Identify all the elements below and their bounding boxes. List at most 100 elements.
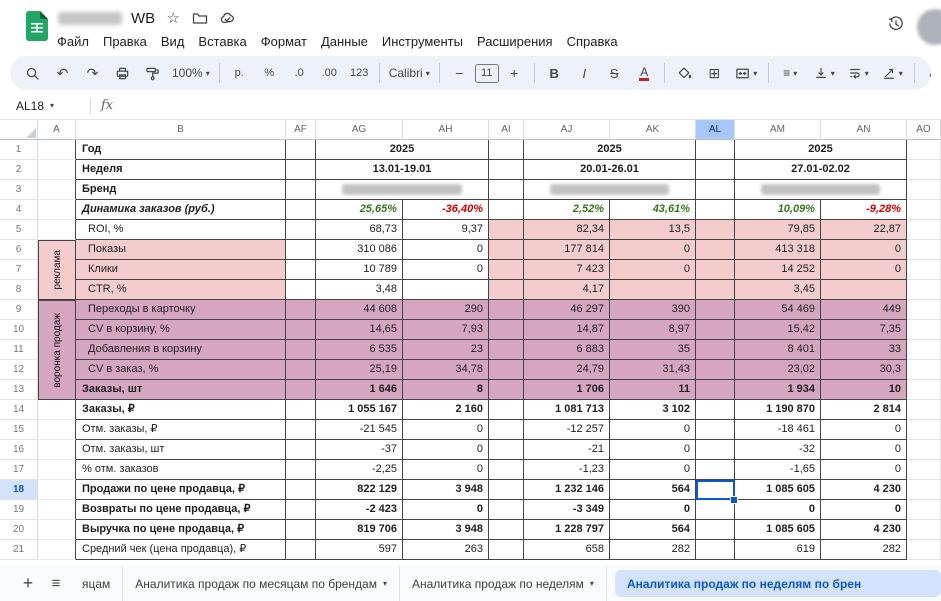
cell-AO4[interactable]	[907, 200, 941, 220]
cell-AL3[interactable]	[696, 180, 735, 200]
cell-AI10[interactable]	[489, 320, 524, 340]
cell-AH16[interactable]: 0	[403, 440, 489, 460]
cell-AN15[interactable]: 0	[821, 420, 907, 440]
cell-group1-row2[interactable]: 13.01-19.01	[316, 160, 489, 180]
row-header-7[interactable]: 7	[0, 260, 38, 280]
row-header-1[interactable]: 1	[0, 140, 38, 160]
cell-AI7[interactable]	[489, 260, 524, 280]
cell-AH4[interactable]: -36,40%	[403, 200, 489, 220]
cell-B19[interactable]: Возвраты по цене продавца, ₽	[76, 500, 286, 520]
strikethrough-button[interactable]: S	[600, 61, 629, 86]
cell-AH10[interactable]: 7,93	[403, 320, 489, 340]
menu-item-5[interactable]: Формат	[254, 31, 314, 52]
cell-AI18[interactable]	[489, 480, 524, 500]
cell-AI13[interactable]	[489, 380, 524, 400]
more-formats-button[interactable]: 123	[345, 61, 374, 86]
cell-group1-row3[interactable]	[316, 180, 489, 200]
cell-AO14[interactable]	[907, 400, 941, 420]
cell-B14[interactable]: Заказы, ₽	[76, 400, 286, 420]
cell-AF17[interactable]	[286, 460, 316, 480]
horizontal-align-button[interactable]: ≡ ▾	[774, 61, 807, 86]
cell-AN7[interactable]: 0	[821, 260, 907, 280]
cell-AN12[interactable]: 30,3	[821, 360, 907, 380]
cell-AG14[interactable]: 1 055 167	[316, 400, 403, 420]
cell-AI19[interactable]	[489, 500, 524, 520]
menu-item-7[interactable]: Инструменты	[375, 31, 470, 52]
cell-A19[interactable]	[38, 500, 76, 520]
cell-AO21[interactable]	[907, 540, 941, 560]
menu-item-9[interactable]: Справка	[560, 31, 625, 52]
cell-AK15[interactable]: 0	[610, 420, 696, 440]
cell-A15[interactable]	[38, 420, 76, 440]
cell-AK19[interactable]: 0	[610, 500, 696, 520]
cell-AH12[interactable]: 34,78	[403, 360, 489, 380]
cell-AI1[interactable]	[489, 140, 524, 160]
cloud-status-icon[interactable]	[218, 9, 236, 27]
insert-link-button[interactable]	[920, 61, 931, 86]
row-header-8[interactable]: 8	[0, 280, 38, 300]
cell-AM15[interactable]: -18 461	[735, 420, 821, 440]
cell-AF10[interactable]	[286, 320, 316, 340]
cell-AO8[interactable]	[907, 280, 941, 300]
cell-AL6[interactable]	[696, 240, 735, 260]
cell-AO18[interactable]	[907, 480, 941, 500]
cell-AO3[interactable]	[907, 180, 941, 200]
cell-B15[interactable]: Отм. заказы, ₽	[76, 420, 286, 440]
cell-AG20[interactable]: 819 706	[316, 520, 403, 540]
sheet-tab-1[interactable]: яцам	[70, 566, 123, 601]
redo-button[interactable]: ↷	[78, 61, 107, 86]
sheet-tab-4[interactable]: Аналитика продаж по неделям по брен	[615, 570, 941, 597]
cell-AI17[interactable]	[489, 460, 524, 480]
cell-AN8[interactable]	[821, 280, 907, 300]
cell-AG21[interactable]: 597	[316, 540, 403, 560]
cell-AG6[interactable]: 310 086	[316, 240, 403, 260]
cell-A16[interactable]	[38, 440, 76, 460]
cell-AH15[interactable]: 0	[403, 420, 489, 440]
fill-handle[interactable]	[730, 496, 738, 504]
cell-AN6[interactable]: 0	[821, 240, 907, 260]
cell-AM20[interactable]: 1 085 605	[735, 520, 821, 540]
cell-AI9[interactable]	[489, 300, 524, 320]
cell-AH6[interactable]: 0	[403, 240, 489, 260]
cell-A20[interactable]	[38, 520, 76, 540]
row-header-9[interactable]: 9	[0, 300, 38, 320]
zoom-select[interactable]: 100% ▾	[168, 61, 214, 86]
row-header-4[interactable]: 4	[0, 200, 38, 220]
cell-AH8[interactable]	[403, 280, 489, 300]
cell-AK16[interactable]: 0	[610, 440, 696, 460]
cell-AO1[interactable]	[907, 140, 941, 160]
increase-font-size-button[interactable]: +	[500, 61, 529, 86]
cell-group3-row2[interactable]: 27.01-02.02	[735, 160, 907, 180]
sheet-tab-3[interactable]: Аналитика продаж по неделям▾	[400, 566, 607, 601]
cell-A18[interactable]	[38, 480, 76, 500]
row-header-6[interactable]: 6	[0, 240, 38, 260]
column-header-AL[interactable]: AL	[696, 120, 735, 140]
cell-B6[interactable]: Показы	[76, 240, 286, 260]
cell-AM17[interactable]: -1,65	[735, 460, 821, 480]
cell-AM5[interactable]: 79,85	[735, 220, 821, 240]
cell-AM18[interactable]: 1 085 605	[735, 480, 821, 500]
cell-group3-row1[interactable]: 2025	[735, 140, 907, 160]
menu-item-3[interactable]: Вид	[154, 31, 192, 52]
row-header-12[interactable]: 12	[0, 360, 38, 380]
cell-AM19[interactable]: 0	[735, 500, 821, 520]
column-header-AG[interactable]: AG	[316, 120, 403, 140]
cell-AL8[interactable]	[696, 280, 735, 300]
text-wrap-button[interactable]: ▾	[842, 61, 875, 86]
cell-B9[interactable]: Переходы в карточку	[76, 300, 286, 320]
cell-AH18[interactable]: 3 948	[403, 480, 489, 500]
cell-AK5[interactable]: 13,5	[610, 220, 696, 240]
cell-AG10[interactable]: 14,65	[316, 320, 403, 340]
bold-button[interactable]: B	[540, 61, 569, 86]
row-header-14[interactable]: 14	[0, 400, 38, 420]
cell-B3[interactable]: Бренд	[76, 180, 286, 200]
cell-AL4[interactable]	[696, 200, 735, 220]
cell-AM6[interactable]: 413 318	[735, 240, 821, 260]
cell-AO17[interactable]	[907, 460, 941, 480]
cell-AO2[interactable]	[907, 160, 941, 180]
all-sheets-button[interactable]: ≡	[42, 570, 70, 598]
cell-AJ15[interactable]: -12 257	[524, 420, 610, 440]
cell-AI3[interactable]	[489, 180, 524, 200]
cell-AJ4[interactable]: 2,52%	[524, 200, 610, 220]
cell-AF2[interactable]	[286, 160, 316, 180]
